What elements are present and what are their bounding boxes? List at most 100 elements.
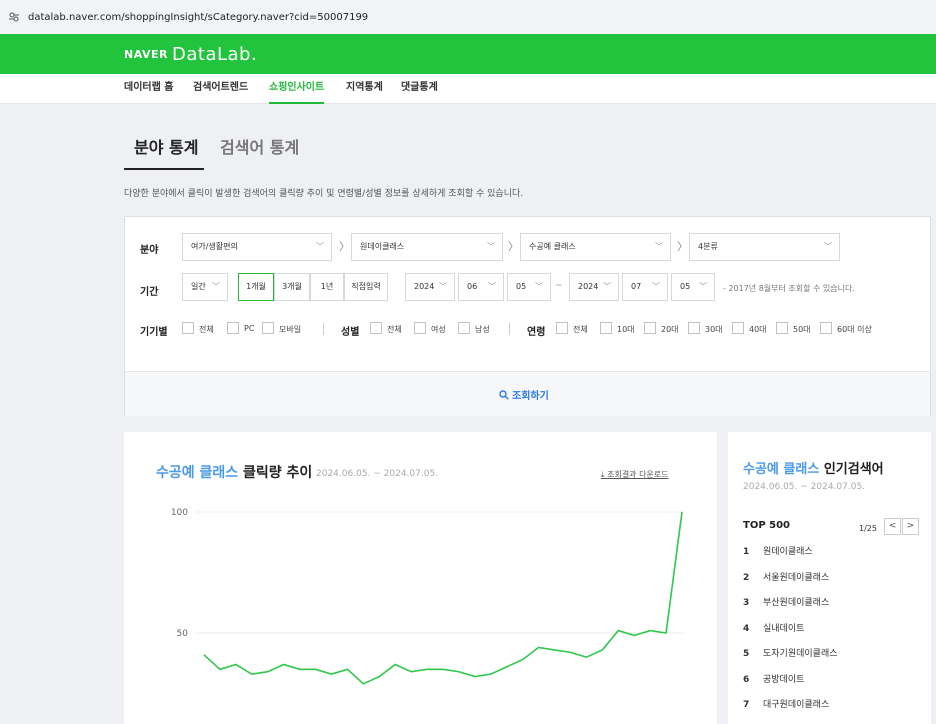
- datalab-logo[interactable]: DataLab.: [172, 44, 257, 65]
- age-50s-checkbox[interactable]: [776, 322, 788, 334]
- data-point[interactable]: [298, 667, 302, 671]
- data-point[interactable]: [664, 631, 668, 635]
- rank-keyword[interactable]: 부산원데이클래스: [763, 598, 829, 608]
- age-20s-label: 20대: [661, 325, 679, 334]
- divider: [323, 323, 324, 335]
- main-nav: 데이터랩 홈 검색어트렌드 쇼핑인사이트 지역통계 댓글통계: [0, 74, 936, 104]
- gender-female-checkbox[interactable]: [414, 322, 426, 334]
- url-text[interactable]: datalab.naver.com/shoppingInsight/sCateg…: [28, 12, 368, 23]
- series-line: [203, 511, 683, 685]
- period-label: 기간: [140, 287, 159, 298]
- data-point[interactable]: [329, 672, 333, 676]
- category-select-1[interactable]: 여가/생활편의 ﹀: [182, 233, 332, 261]
- nav-item-shopping-insight[interactable]: 쇼핑인사이트: [269, 74, 325, 104]
- rank-keyword[interactable]: 실내데이트: [763, 624, 804, 634]
- period-custom-button[interactable]: 직접입력: [344, 273, 388, 301]
- gender-all-checkbox[interactable]: [370, 322, 382, 334]
- rank-item[interactable]: 1 원데이클래스: [743, 544, 813, 557]
- nav-item-datalab-home[interactable]: 데이터랩 홈: [124, 74, 173, 104]
- data-point[interactable]: [505, 665, 509, 669]
- category-select-2[interactable]: 원데이클래스 ﹀: [351, 233, 503, 261]
- data-point[interactable]: [345, 667, 349, 671]
- age-all-label: 전체: [573, 325, 588, 334]
- data-point[interactable]: [250, 672, 254, 676]
- site-settings-icon[interactable]: [8, 11, 20, 23]
- data-point[interactable]: [584, 655, 588, 659]
- rank-keyword[interactable]: 서울원데이클래스: [763, 573, 829, 583]
- data-point[interactable]: [616, 629, 620, 633]
- tab-category-stats[interactable]: 분야 통계: [134, 134, 198, 158]
- gender-label: 성별: [341, 327, 360, 338]
- data-point[interactable]: [600, 648, 604, 652]
- rank-keyword[interactable]: 원데이클래스: [763, 547, 813, 557]
- data-point[interactable]: [680, 510, 684, 514]
- period-3month-button[interactable]: 3개월: [274, 273, 310, 301]
- data-point[interactable]: [425, 667, 429, 671]
- data-point[interactable]: [521, 658, 525, 662]
- age-all-checkbox[interactable]: [556, 322, 568, 334]
- data-point[interactable]: [202, 653, 206, 657]
- gender-male-checkbox[interactable]: [458, 322, 470, 334]
- data-point[interactable]: [409, 670, 413, 674]
- rank-number: 5: [743, 649, 750, 659]
- data-point[interactable]: [457, 670, 461, 674]
- data-point[interactable]: [632, 633, 636, 637]
- nav-item-search-trend[interactable]: 검색어트렌드: [193, 74, 248, 104]
- period-1year-button[interactable]: 1년: [310, 273, 344, 301]
- rank-keyword[interactable]: 도자기원데이클래스: [763, 649, 838, 659]
- rank-item[interactable]: 6 공방데이트: [743, 672, 804, 685]
- end-day-select[interactable]: 05 ﹀: [671, 273, 715, 301]
- rank-item[interactable]: 3 부산원데이클래스: [743, 595, 829, 608]
- download-button[interactable]: ⤓ 조회결과 다운로드: [601, 469, 669, 480]
- nav-item-comment-stats[interactable]: 댓글통계: [401, 74, 438, 104]
- data-point[interactable]: [441, 667, 445, 671]
- rank-keyword[interactable]: 대구원데이클래스: [763, 700, 829, 710]
- naver-logo[interactable]: NAVER: [124, 48, 168, 61]
- nav-item-region-stats[interactable]: 지역통계: [346, 74, 383, 104]
- data-point[interactable]: [377, 675, 381, 679]
- prev-page-button[interactable]: <: [884, 518, 901, 535]
- data-point[interactable]: [266, 670, 270, 674]
- end-year-select[interactable]: 2024 ﹀: [569, 273, 619, 301]
- data-point[interactable]: [473, 675, 477, 679]
- data-point[interactable]: [537, 646, 541, 650]
- tab-keyword-stats[interactable]: 검색어 통계: [220, 134, 299, 158]
- rank-item[interactable]: 4 실내데이트: [743, 621, 804, 634]
- search-button[interactable]: 조회하기: [499, 387, 549, 402]
- category-select-3[interactable]: 수공예 클래스 ﹀: [520, 233, 671, 261]
- data-point[interactable]: [393, 662, 397, 666]
- data-point[interactable]: [282, 662, 286, 666]
- rank-item[interactable]: 2 서울원데이클래스: [743, 570, 829, 583]
- category-select-4[interactable]: 4분류 ﹀: [689, 233, 840, 261]
- age-20s-checkbox[interactable]: [644, 322, 656, 334]
- start-month-select[interactable]: 06 ﹀: [458, 273, 504, 301]
- next-page-button[interactable]: >: [902, 518, 919, 535]
- data-point[interactable]: [361, 682, 365, 686]
- device-mobile-checkbox[interactable]: [262, 322, 274, 334]
- age-label: 연령: [527, 327, 546, 338]
- start-day-select[interactable]: 05 ﹀: [507, 273, 551, 301]
- browser-url-bar[interactable]: datalab.naver.com/shoppingInsight/sCateg…: [0, 0, 936, 34]
- data-point[interactable]: [314, 667, 318, 671]
- device-pc-checkbox[interactable]: [227, 322, 239, 334]
- data-point[interactable]: [553, 648, 557, 652]
- data-point[interactable]: [648, 629, 652, 633]
- rank-keyword[interactable]: 공방데이트: [763, 675, 804, 685]
- end-month-select[interactable]: 07 ﹀: [622, 273, 668, 301]
- age-30s-checkbox[interactable]: [688, 322, 700, 334]
- period-1month-button[interactable]: 1개월: [238, 273, 274, 301]
- age-10s-checkbox[interactable]: [600, 322, 612, 334]
- rank-item[interactable]: 7 대구원데이클래스: [743, 697, 829, 710]
- data-point[interactable]: [218, 667, 222, 671]
- y-tick-label: 50: [177, 629, 189, 639]
- data-point[interactable]: [234, 662, 238, 666]
- age-40s-checkbox[interactable]: [732, 322, 744, 334]
- start-year-select[interactable]: 2024 ﹀: [405, 273, 455, 301]
- data-point[interactable]: [489, 672, 493, 676]
- period-unit-select[interactable]: 일간 ﹀: [182, 273, 228, 301]
- age-60plus-checkbox[interactable]: [820, 322, 832, 334]
- data-point[interactable]: [568, 650, 572, 654]
- rank-item[interactable]: 5 도자기원데이클래스: [743, 646, 838, 659]
- device-all-checkbox[interactable]: [182, 322, 194, 334]
- gender-female-label: 여성: [431, 325, 446, 334]
